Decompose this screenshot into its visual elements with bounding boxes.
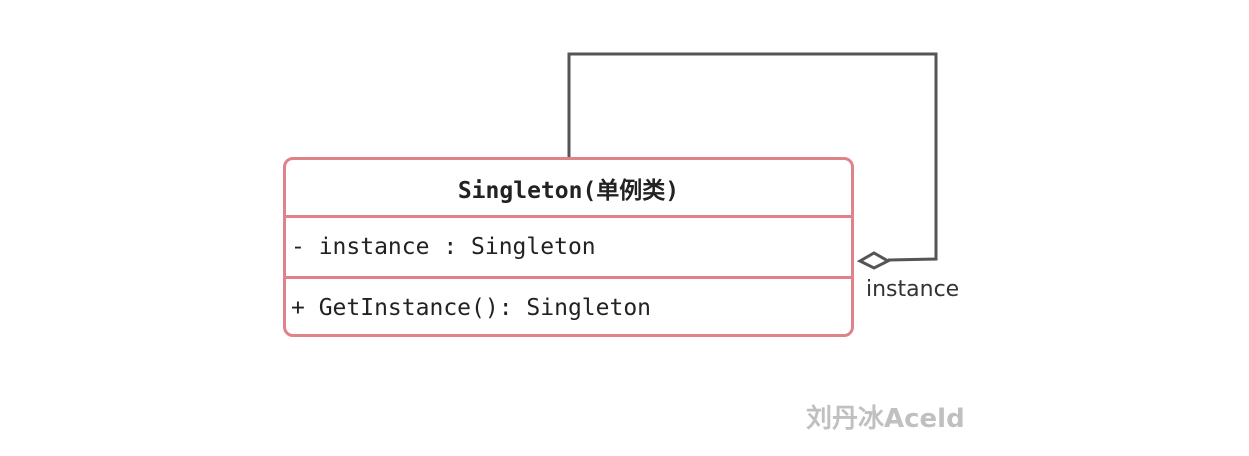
attribute-instance: - instance : Singleton bbox=[291, 234, 596, 260]
methods-section: + GetInstance(): Singleton bbox=[286, 279, 851, 334]
class-name-section: Singleton(单例类) bbox=[286, 160, 851, 218]
method-get-instance: + GetInstance(): Singleton bbox=[291, 295, 652, 321]
association-label: instance bbox=[866, 277, 960, 302]
singleton-class-box: Singleton(单例类) - instance : Singleton + … bbox=[283, 157, 854, 337]
attributes-section: - instance : Singleton bbox=[286, 218, 851, 279]
class-name: Singleton(单例类) bbox=[457, 177, 680, 204]
watermark-text: 刘丹冰Aceld bbox=[806, 404, 965, 434]
aggregation-diamond-icon bbox=[856, 251, 892, 270]
